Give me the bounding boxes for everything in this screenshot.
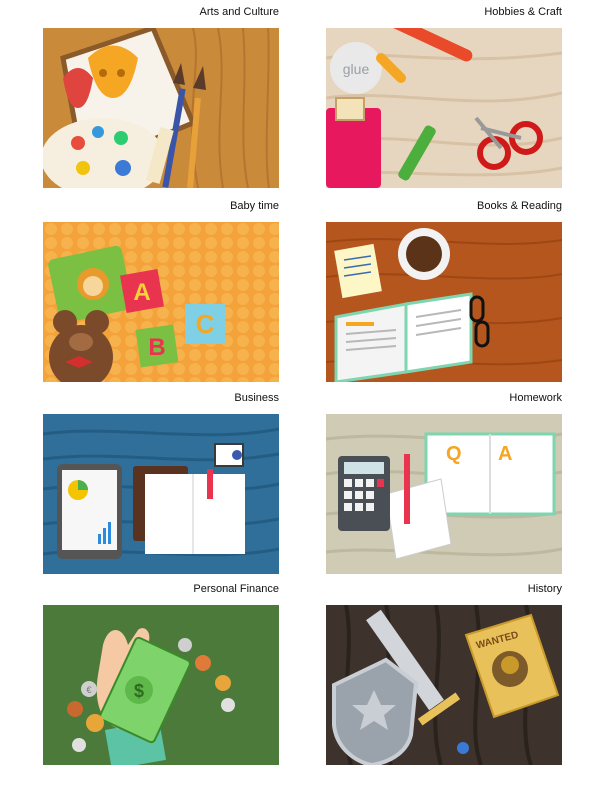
category-card-hobbies-and-craft[interactable]: Hobbies & Craft glue bbox=[326, 6, 562, 188]
category-title: History bbox=[527, 583, 562, 595]
shield-and-sword-icon: WANTED bbox=[326, 605, 562, 765]
category-card-books-and-reading[interactable]: Books & Reading bbox=[326, 200, 562, 382]
palette-and-masks-icon bbox=[43, 28, 279, 188]
category-card-history[interactable]: History WANTED bbox=[326, 583, 562, 765]
teddy-bear-and-blocks-icon: A C B bbox=[43, 222, 279, 382]
category-card-arts-and-culture[interactable]: Arts and Culture bbox=[43, 6, 279, 188]
category-card-personal-finance[interactable]: Personal Finance $ € bbox=[43, 583, 279, 765]
category-title: Business bbox=[234, 392, 279, 404]
block-a-letter: A bbox=[133, 279, 150, 306]
coin-euro-sign: € bbox=[86, 685, 91, 695]
category-title: Personal Finance bbox=[193, 583, 279, 595]
category-card-baby-time[interactable]: Baby time A C B bbox=[43, 200, 279, 382]
glue-and-scissors-icon: glue bbox=[326, 28, 562, 188]
calculator-and-qa-book-icon: Q A bbox=[326, 414, 562, 574]
block-c-letter: C bbox=[196, 309, 215, 339]
bill-dollar-sign: $ bbox=[134, 681, 144, 701]
category-title: Homework bbox=[509, 392, 562, 404]
category-title: Baby time bbox=[230, 200, 279, 212]
category-card-business[interactable]: Business bbox=[43, 392, 279, 574]
block-b-letter: B bbox=[148, 334, 165, 361]
book-and-coffee-icon bbox=[326, 222, 562, 382]
category-title: Hobbies & Craft bbox=[484, 6, 562, 18]
category-card-homework[interactable]: Homework Q A bbox=[326, 392, 562, 574]
tablet-and-planner-icon bbox=[43, 414, 279, 574]
category-title: Books & Reading bbox=[477, 200, 562, 212]
glue-label: glue bbox=[343, 61, 370, 77]
a-letter: A bbox=[498, 443, 512, 465]
hand-with-money-icon: $ € bbox=[43, 605, 279, 765]
q-letter: Q bbox=[446, 443, 462, 465]
category-title: Arts and Culture bbox=[199, 6, 279, 18]
